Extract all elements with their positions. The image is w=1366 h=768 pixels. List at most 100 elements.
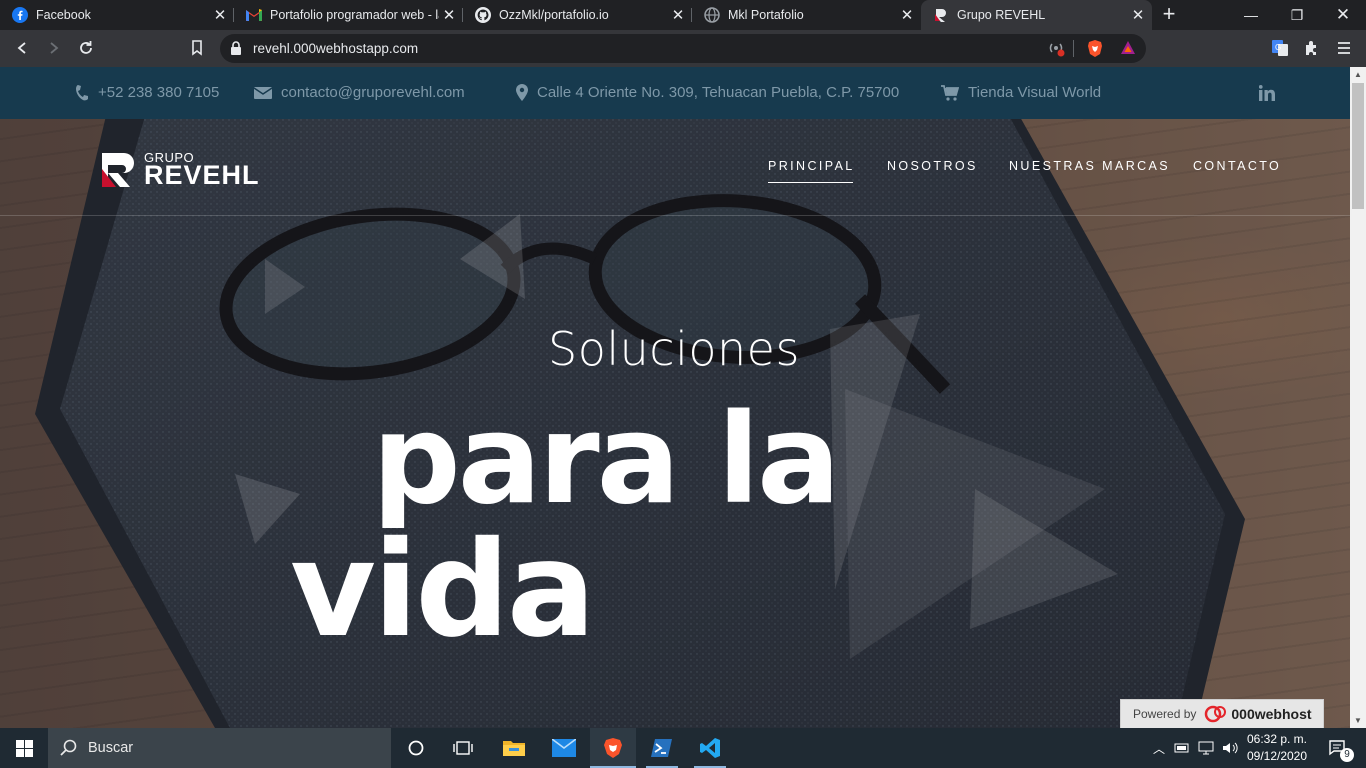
header-divider: [0, 215, 1350, 216]
reload-button[interactable]: [72, 35, 100, 61]
email-item[interactable]: contacto@gruporevehl.com: [254, 84, 465, 101]
minimize-button[interactable]: —: [1228, 0, 1274, 30]
gmail-icon: [246, 7, 262, 23]
chevron-up-icon[interactable]: ︿: [1150, 740, 1168, 757]
browser-tab-bar: Facebook ✕ Portafolio programador web - …: [0, 0, 1366, 30]
battery-icon[interactable]: [1174, 741, 1190, 755]
email-text: contacto@gruporevehl.com: [281, 84, 465, 101]
000webhost-logo-icon: [1205, 705, 1227, 723]
contact-topbar: +52 238 380 7105 contacto@gruporevehl.co…: [0, 67, 1350, 119]
site-logo[interactable]: GRUPO REVEHL: [100, 151, 260, 189]
tab-title: Portafolio programador web - lat: [270, 8, 439, 22]
github-icon: [475, 7, 491, 23]
powershell-button[interactable]: [642, 728, 682, 768]
page-scrollbar[interactable]: ▲ ▼: [1350, 67, 1366, 728]
brave-rewards-icon[interactable]: [1119, 39, 1137, 57]
tab-grupo-revehl[interactable]: Grupo REVEHL ✕: [921, 0, 1152, 30]
extensions-button[interactable]: [1298, 35, 1326, 61]
system-tray: ︿: [1150, 728, 1238, 768]
file-explorer-button[interactable]: [494, 728, 534, 768]
logo-big-text: REVEHL: [144, 160, 260, 190]
scroll-down-icon[interactable]: ▼: [1354, 716, 1362, 725]
tab-facebook[interactable]: Facebook ✕: [0, 0, 234, 30]
store-link[interactable]: Tienda Visual World: [941, 84, 1101, 101]
close-tab-icon[interactable]: ✕: [210, 6, 230, 24]
mail-button[interactable]: [544, 728, 584, 768]
new-tab-button[interactable]: +: [1158, 3, 1180, 26]
globe-icon: [704, 7, 720, 23]
scroll-up-icon[interactable]: ▲: [1354, 70, 1362, 79]
tab-gmail[interactable]: Portafolio programador web - lat ✕: [234, 0, 463, 30]
windows-taskbar: Buscar ︿ 06:32 p. m. 09/12/2020 9: [0, 728, 1366, 768]
linkedin-link[interactable]: [1259, 85, 1284, 101]
envelope-icon: [254, 86, 272, 99]
lock-icon: [231, 41, 241, 55]
network-icon[interactable]: [1198, 741, 1214, 755]
brave-shields-icon[interactable]: [1086, 39, 1104, 58]
close-tab-icon[interactable]: ✕: [439, 6, 459, 24]
taskbar-search-box[interactable]: Buscar: [48, 728, 391, 768]
mail-icon: [552, 739, 576, 757]
puzzle-icon: [1306, 41, 1316, 55]
google-translate-icon: G: [1272, 40, 1288, 56]
address-item: Calle 4 Oriente No. 309, Tehuacan Puebla…: [516, 84, 899, 101]
cortana-circle-icon: [408, 740, 424, 756]
website-viewport: +52 238 380 7105 contacto@gruporevehl.co…: [0, 67, 1350, 728]
revehl-favicon-icon: [933, 7, 949, 23]
translate-extension-button[interactable]: G: [1266, 35, 1294, 61]
task-view-button[interactable]: [443, 728, 483, 768]
phone-item[interactable]: +52 238 380 7105: [75, 84, 219, 101]
back-button[interactable]: [8, 35, 36, 61]
broadcast-blocked-icon[interactable]: [1047, 39, 1065, 57]
volume-icon[interactable]: [1222, 741, 1238, 755]
hero-title-line3: vida: [290, 513, 596, 667]
store-text: Tienda Visual World: [968, 84, 1102, 101]
search-icon: [60, 739, 77, 756]
cortana-button[interactable]: [396, 728, 436, 768]
nav-nosotros[interactable]: NOSOTROS: [887, 159, 978, 173]
revehl-logo-icon: [102, 153, 134, 187]
tab-github[interactable]: OzzMkl/portafolio.io ✕: [463, 0, 692, 30]
brave-taskbar-button[interactable]: [590, 728, 636, 768]
clock-time: 06:32 p. m.: [1246, 732, 1308, 746]
menu-button[interactable]: [1330, 35, 1358, 61]
url-text: revehl.000webhostapp.com: [253, 41, 419, 56]
address-text: Calle 4 Oriente No. 309, Tehuacan Puebla…: [537, 84, 900, 101]
bookmark-button[interactable]: [183, 35, 211, 61]
phone-icon: [76, 85, 88, 101]
reload-icon: [80, 41, 92, 54]
hero-title-line1: Soluciones: [548, 322, 800, 376]
restore-button[interactable]: ❐: [1274, 0, 1320, 30]
windows-logo-icon: [15, 739, 33, 757]
start-button[interactable]: [0, 728, 48, 768]
svg-text:G: G: [1275, 43, 1281, 52]
brave-browser-icon: [604, 738, 622, 758]
close-window-button[interactable]: ✕: [1320, 0, 1366, 30]
powered-by-badge[interactable]: Powered by 000webhost: [1120, 699, 1324, 728]
shopping-cart-icon: [941, 84, 959, 101]
action-center-button[interactable]: 9: [1318, 728, 1358, 768]
close-tab-icon[interactable]: ✕: [897, 6, 917, 24]
forward-button[interactable]: [40, 35, 68, 61]
scrollbar-thumb[interactable]: [1352, 83, 1364, 209]
powered-brand: 000webhost: [1231, 706, 1312, 722]
hero-title-line2: para la: [372, 388, 841, 532]
taskbar-clock[interactable]: 06:32 p. m. 09/12/2020: [1244, 731, 1310, 765]
phone-text: +52 238 380 7105: [98, 84, 220, 101]
close-tab-icon[interactable]: ✕: [1128, 6, 1148, 24]
powershell-icon: [651, 739, 672, 757]
address-bar[interactable]: revehl.000webhostapp.com: [220, 34, 1146, 63]
nav-contacto[interactable]: CONTACTO: [1193, 159, 1281, 173]
nav-nuestras-marcas[interactable]: NUESTRAS MARCAS: [1009, 159, 1170, 173]
search-placeholder: Buscar: [88, 740, 134, 756]
powered-label: Powered by: [1133, 707, 1197, 721]
tab-mkl-portafolio[interactable]: Mkl Portafolio ✕: [692, 0, 921, 30]
hero-section: GRUPO REVEHL PRINCIPAL NOSOTROS NUESTRAS…: [0, 119, 1350, 728]
linkedin-icon: [1259, 85, 1275, 101]
vscode-button[interactable]: [690, 728, 730, 768]
nav-principal[interactable]: PRINCIPAL: [768, 159, 855, 183]
divider: [1073, 40, 1074, 57]
browser-toolbar: revehl.000webhostapp.com G: [0, 30, 1366, 67]
tab-title: Facebook: [36, 8, 91, 22]
close-tab-icon[interactable]: ✕: [668, 6, 688, 24]
